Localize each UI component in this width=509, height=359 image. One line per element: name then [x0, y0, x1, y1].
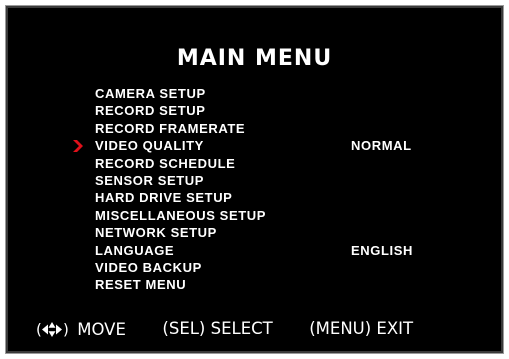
menu-item-hard-drive-setup[interactable]: HARD DRIVE SETUP: [95, 189, 266, 206]
key-hints-bar: ( ) MOVE (SEL) SELECT (MENU) EXIT: [36, 318, 413, 339]
menu-item-miscellaneous-setup[interactable]: MISCELLANEOUS SETUP: [95, 207, 266, 224]
exit-hint: (MENU) EXIT: [309, 319, 414, 338]
menu-item-sensor-setup[interactable]: SENSOR SETUP: [95, 172, 266, 189]
main-menu-screen: MAIN MENU CAMERA SETUP RECORD SETUP RECO…: [5, 5, 504, 354]
move-hint: ( ) MOVE: [36, 319, 126, 339]
menu-item-label: RESET MENU: [95, 277, 187, 293]
video-quality-value: NORMAL: [351, 138, 412, 154]
main-menu-list: CAMERA SETUP RECORD SETUP RECORD FRAMERA…: [73, 85, 412, 294]
menu-item-language[interactable]: LANGUAGE ENGLISH: [95, 242, 412, 259]
menu-item-label: NETWORK SETUP: [95, 225, 217, 241]
menu-item-label: VIDEO QUALITY: [95, 138, 204, 154]
menu-item-label: RECORD SETUP: [95, 103, 206, 119]
menu-item-reset-menu[interactable]: RESET MENU: [95, 276, 266, 293]
four-way-arrows-icon: ( ): [36, 321, 69, 338]
move-hint-label: MOVE: [77, 319, 126, 339]
menu-item-network-setup[interactable]: NETWORK SETUP: [95, 224, 266, 241]
menu-item-record-setup[interactable]: RECORD SETUP: [95, 102, 266, 119]
move-hint-close-paren: ): [63, 321, 69, 338]
menu-item-label: VIDEO BACKUP: [95, 259, 202, 275]
language-value: ENGLISH: [351, 242, 413, 258]
menu-item-label: SENSOR SETUP: [95, 172, 205, 188]
select-hint: (SEL) SELECT: [162, 319, 273, 338]
menu-item-camera-setup[interactable]: CAMERA SETUP: [95, 85, 266, 102]
menu-item-record-schedule[interactable]: RECORD SCHEDULE: [95, 155, 266, 172]
menu-item-label: LANGUAGE: [95, 242, 175, 258]
selection-arrow-icon: [73, 140, 83, 153]
menu-title: MAIN MENU: [176, 46, 333, 71]
menu-item-record-framerate[interactable]: RECORD FRAMERATE: [95, 120, 266, 137]
menu-item-label: HARD DRIVE SETUP: [95, 190, 233, 206]
menu-item-video-quality[interactable]: VIDEO QUALITY NORMAL: [73, 137, 411, 154]
menu-item-label: RECORD SCHEDULE: [95, 155, 236, 171]
menu-item-video-backup[interactable]: VIDEO BACKUP: [95, 259, 266, 276]
move-hint-open-paren: (: [36, 321, 42, 338]
menu-item-label: RECORD FRAMERATE: [95, 120, 246, 136]
menu-item-label: CAMERA SETUP: [95, 86, 206, 101]
menu-item-label: MISCELLANEOUS SETUP: [95, 207, 267, 223]
